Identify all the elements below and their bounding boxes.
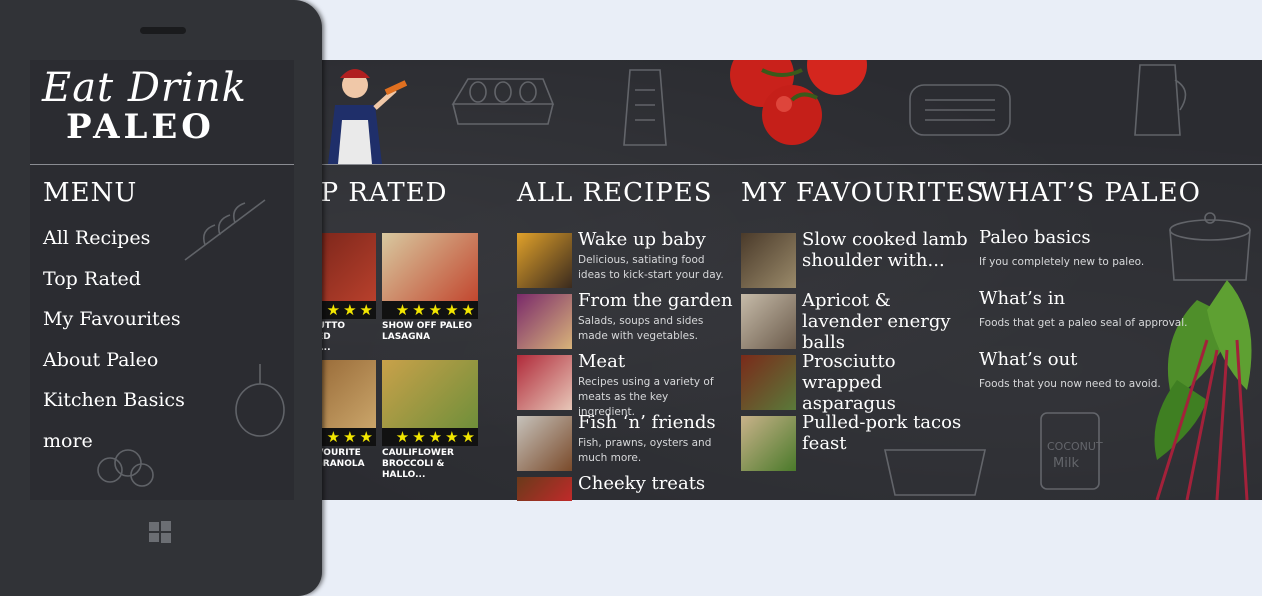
menu-item-top-rated[interactable]: Top Rated	[43, 268, 141, 290]
top-rated-tile[interactable]: ★★★★★ CAULIFLOWER BROCCOLI & HALLO...	[382, 360, 478, 480]
sardine-tin-doodle-icon	[909, 84, 1011, 136]
category-thumbnail	[517, 294, 572, 349]
menu-item-kitchen-basics[interactable]: Kitchen Basics	[43, 389, 185, 411]
phone-screen: Eat Drink PALEO MENU All Recipes Top Rate…	[30, 60, 294, 500]
favourite-title: Prosciutto wrapped asparagus	[802, 351, 896, 414]
menu-item-all-recipes[interactable]: All Recipes	[43, 227, 150, 249]
all-recipes-heading[interactable]: ALL RECIPES	[517, 178, 713, 208]
category-title: Fish ‘n’ friends	[578, 412, 716, 433]
category-thumbnail	[517, 355, 572, 410]
favourite-thumbnail	[741, 233, 796, 288]
top-rated-tile[interactable]: ★★★★★ SHOW OFF PALEO LASAGNA	[382, 233, 478, 343]
category-thumbnail	[517, 416, 572, 471]
paleo-topic-title[interactable]: Paleo basics	[979, 227, 1091, 248]
recipe-image	[382, 360, 478, 428]
whats-paleo-heading[interactable]: WHAT’S PALEO	[979, 178, 1201, 208]
menu-item-more[interactable]: more	[43, 430, 93, 452]
jug-doodle-icon	[1134, 64, 1187, 136]
category-title: Cheeky treats	[578, 473, 706, 494]
tomatoes-image	[730, 60, 867, 145]
category-title: From the garden	[578, 290, 733, 311]
herb-doodle-icon	[184, 199, 266, 261]
star-rating: ★★★★★	[382, 301, 478, 319]
favourite-title: Slow cooked lamb shoulder with...	[802, 229, 968, 271]
phone-speaker	[140, 27, 186, 34]
my-favourites-heading[interactable]: MY FAVOURITES	[741, 178, 985, 208]
category-title: Wake up baby	[578, 229, 706, 250]
recipe-image	[382, 233, 478, 301]
category-description: Delicious, satiating food ideas to kick-…	[578, 254, 724, 281]
tile-caption: CAULIFLOWER BROCCOLI & HALLO...	[382, 448, 454, 480]
paleo-topic-title[interactable]: What’s in	[979, 288, 1065, 309]
phone-device-frame: Eat Drink PALEO MENU All Recipes Top Rate…	[0, 0, 322, 596]
favourite-title: Apricot & lavender energy balls	[802, 290, 951, 353]
pot-doodle-icon	[1169, 212, 1251, 281]
app-logo: Eat Drink PALEO	[42, 66, 247, 144]
menu-item-about-paleo[interactable]: About Paleo	[43, 349, 158, 371]
egg-carton-doodle-icon	[451, 78, 555, 125]
category-description: Salads, soups and sides made with vegeta…	[578, 315, 704, 342]
coconut-milk-can-doodle-icon: COCONUT Milk	[1040, 412, 1103, 490]
favourite-thumbnail	[741, 416, 796, 471]
cook-illustration-image	[328, 69, 408, 164]
star-rating: ★★★★★	[382, 428, 478, 446]
cauliflower-doodle-icon	[97, 449, 154, 487]
category-thumbnail	[517, 477, 572, 501]
svg-text:COCONUT: COCONUT	[1047, 440, 1103, 453]
paleo-topic-description: If you completely new to paleo.	[979, 256, 1145, 268]
windows-home-button-icon[interactable]	[149, 521, 173, 545]
category-title: Meat	[578, 351, 626, 372]
beetroot-image	[1154, 280, 1252, 500]
favourite-thumbnail	[741, 355, 796, 410]
menu-item-my-favourites[interactable]: My Favourites	[43, 308, 181, 330]
category-thumbnail	[517, 233, 572, 288]
tile-caption: SHOW OFF PALEO LASAGNA	[382, 321, 473, 342]
logo-line2: PALEO	[66, 107, 215, 147]
logo-line1: Eat Drink	[42, 65, 247, 111]
screen-divider	[30, 164, 294, 165]
category-description: Fish, prawns, oysters and much more.	[578, 437, 712, 464]
favourite-title: Pulled-pork tacos feast	[802, 412, 962, 454]
onion-doodle-icon	[235, 364, 285, 437]
favourite-thumbnail	[741, 294, 796, 349]
svg-text:Milk: Milk	[1053, 456, 1079, 471]
grater-doodle-icon	[623, 69, 667, 146]
paleo-topic-description: Foods that get a paleo seal of approval.	[979, 317, 1188, 329]
paleo-topic-title[interactable]: What’s out	[979, 349, 1077, 370]
paleo-topic-description: Foods that you now need to avoid.	[979, 378, 1161, 390]
menu-heading: MENU	[43, 178, 138, 208]
